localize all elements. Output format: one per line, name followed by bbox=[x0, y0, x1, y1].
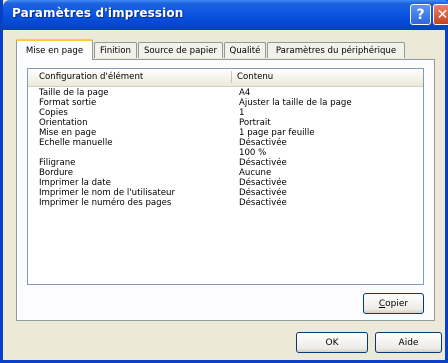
table-row[interactable]: Format sortie Ajuster la taille de la pag… bbox=[28, 98, 423, 108]
row-value: Portrait bbox=[239, 118, 271, 128]
row-key: Taille de la page bbox=[39, 88, 109, 98]
row-value: Aucune bbox=[239, 168, 272, 178]
row-key: Echelle manuelle bbox=[39, 138, 113, 148]
table-row[interactable]: 100 % bbox=[28, 148, 423, 158]
table-row[interactable]: Imprimer la date Désactivée bbox=[28, 178, 423, 188]
row-key: Format sortie bbox=[39, 98, 97, 108]
row-key: Orientation bbox=[39, 118, 88, 128]
row-key: Bordure bbox=[39, 168, 74, 178]
tab-qualite[interactable]: Qualité bbox=[224, 42, 266, 58]
tab-mise-en-page[interactable]: Mise en page bbox=[16, 39, 93, 60]
row-key: Imprimer la date bbox=[39, 178, 111, 188]
row-value: A4 bbox=[239, 88, 251, 98]
column-header-configuration[interactable]: Configuration d'élément bbox=[34, 69, 231, 85]
tab-source-de-papier[interactable]: Source de papier bbox=[138, 42, 223, 58]
title-bar[interactable]: Paramètres d'impression ? ✕ bbox=[3, 0, 448, 30]
row-value: 100 % bbox=[239, 148, 267, 158]
row-value: 1 page par feuille bbox=[239, 128, 315, 138]
copy-button[interactable]: Copier bbox=[363, 293, 424, 314]
table-row[interactable]: Filigrane Désactivée bbox=[28, 158, 423, 168]
table-row[interactable]: Orientation Portrait bbox=[28, 118, 423, 128]
tab-parametres-peripherique[interactable]: Paramètres du périphérique bbox=[267, 42, 405, 58]
close-icon[interactable]: ✕ bbox=[433, 4, 448, 25]
row-key: Copies bbox=[39, 108, 68, 118]
table-row[interactable]: Mise en page 1 page par feuille bbox=[28, 128, 423, 138]
row-value: Désactivée bbox=[239, 178, 287, 188]
help-icon[interactable]: ? bbox=[410, 4, 431, 25]
print-settings-dialog: Paramètres d'impression ? ✕ Mise en page… bbox=[0, 0, 448, 363]
list-rows: Taille de la page A4 Format sortie Ajuster … bbox=[28, 88, 423, 208]
row-value: Désactivée bbox=[239, 138, 287, 148]
list-header: Configuration d'élément Contenu bbox=[28, 69, 423, 87]
table-row[interactable]: Taille de la page A4 bbox=[28, 88, 423, 98]
row-value: Ajuster la taille de la page bbox=[239, 98, 352, 108]
ok-button[interactable]: OK bbox=[296, 332, 368, 353]
table-row[interactable]: Copies 1 bbox=[28, 108, 423, 118]
window-title: Paramètres d'impression bbox=[12, 6, 184, 20]
table-row[interactable]: Echelle manuelle Désactivée bbox=[28, 138, 423, 148]
row-key: Mise en page bbox=[39, 128, 97, 138]
table-row[interactable]: Imprimer le numéro des pages Désactivée bbox=[28, 198, 423, 208]
tab-panel-mise-en-page: Configuration d'élément Contenu Taille d… bbox=[16, 59, 435, 321]
help-button[interactable]: Aide bbox=[375, 332, 442, 353]
row-key: Imprimer le numéro des pages bbox=[39, 198, 172, 208]
tab-finition[interactable]: Finition bbox=[94, 42, 137, 58]
row-value: 1 bbox=[239, 108, 245, 118]
row-value: Désactivée bbox=[239, 188, 287, 198]
row-value: Désactivée bbox=[239, 158, 287, 168]
column-header-contenu[interactable]: Contenu bbox=[232, 69, 422, 85]
table-row[interactable]: Bordure Aucune bbox=[28, 168, 423, 178]
row-key: Filigrane bbox=[39, 158, 76, 168]
row-value: Désactivée bbox=[239, 198, 287, 208]
table-row[interactable]: Imprimer le nom de l'utilisateur Désactiv… bbox=[28, 188, 423, 198]
copy-button-label: opier bbox=[385, 298, 409, 309]
settings-list[interactable]: Configuration d'élément Contenu Taille d… bbox=[27, 68, 424, 285]
row-key: Imprimer le nom de l'utilisateur bbox=[39, 188, 176, 198]
